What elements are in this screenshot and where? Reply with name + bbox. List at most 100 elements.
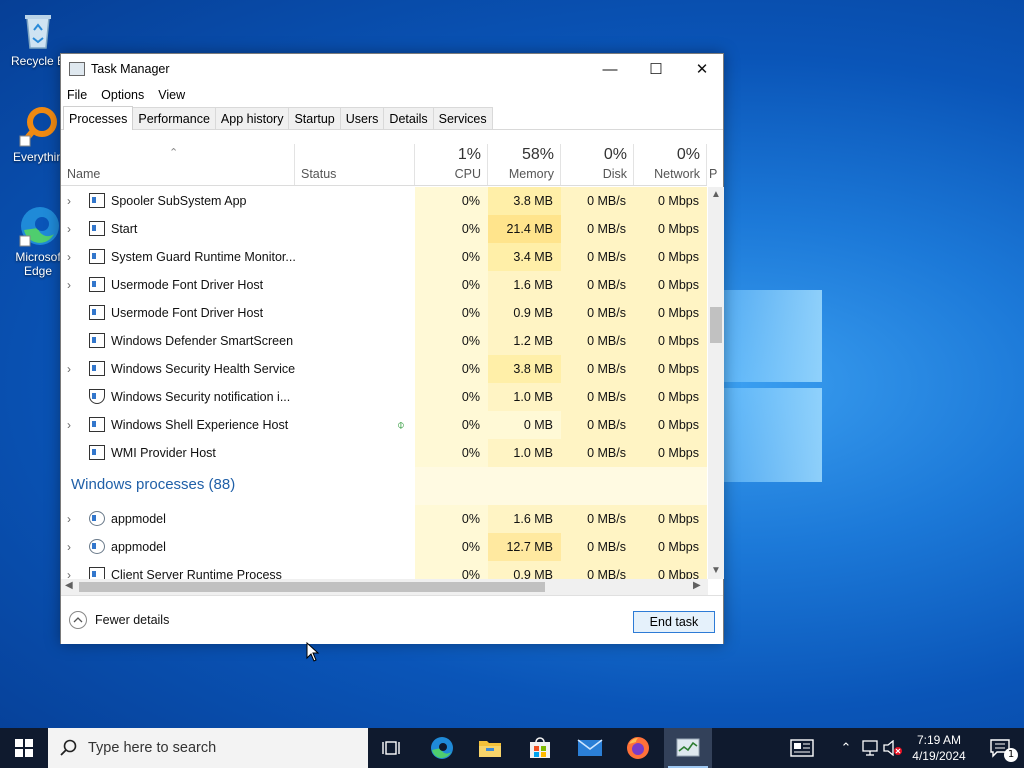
cpu-value: 0% — [415, 327, 488, 355]
expand-chevron-icon[interactable] — [67, 439, 79, 467]
menu-view[interactable]: View — [158, 88, 185, 102]
tab-app-history[interactable]: App history — [214, 107, 290, 129]
table-row[interactable]: › Windows Shell Experience Host ⌽ 0% 0 M… — [61, 411, 707, 439]
fewer-details-label: Fewer details — [95, 613, 170, 627]
group-header-windows-processes[interactable]: Windows processes (88) — [61, 467, 707, 505]
taskbar-clock[interactable]: 7:19 AM 4/19/2024 — [902, 732, 976, 764]
taskbar-firefox[interactable] — [614, 728, 662, 768]
firefox-icon — [627, 737, 649, 759]
edge-icon — [431, 737, 453, 759]
action-center-button[interactable]: 1 — [976, 728, 1024, 768]
network-status-button[interactable] — [858, 728, 882, 768]
end-task-button[interactable]: End task — [633, 611, 715, 633]
table-row[interactable]: › Windows Security Health Service 0% 3.8… — [61, 355, 707, 383]
expand-chevron-icon[interactable]: › — [67, 215, 79, 243]
column-header-power[interactable]: P — [707, 144, 723, 185]
column-header-cpu[interactable]: 1% CPU — [415, 144, 488, 185]
tab-details[interactable]: Details — [383, 107, 434, 129]
horizontal-scroll-thumb[interactable] — [79, 582, 545, 592]
process-icon — [89, 333, 105, 348]
process-icon — [89, 567, 105, 579]
taskbar-mail[interactable] — [566, 728, 614, 768]
table-row[interactable]: › Start 0% 21.4 MB 0 MB/s 0 Mbps — [61, 215, 707, 243]
clock-date: 4/19/2024 — [912, 749, 966, 763]
expand-chevron-icon[interactable]: › — [67, 187, 79, 215]
task-view-button[interactable] — [368, 728, 416, 768]
news-widget-button[interactable] — [778, 728, 826, 768]
group-label: Windows processes (88) — [71, 476, 236, 493]
table-row[interactable]: Windows Security notification i... 0% 1.… — [61, 383, 707, 411]
volume-button[interactable] — [882, 728, 904, 768]
vertical-scroll-thumb[interactable] — [710, 307, 722, 343]
table-row[interactable]: Usermode Font Driver Host 0% 0.9 MB 0 MB… — [61, 299, 707, 327]
network-value: 0 Mbps — [634, 327, 707, 355]
search-icon — [60, 739, 77, 756]
tab-startup[interactable]: Startup — [288, 107, 341, 129]
expand-chevron-icon[interactable] — [67, 383, 79, 411]
memory-value: 1.6 MB — [488, 505, 561, 533]
network-value: 0 Mbps — [634, 439, 707, 467]
column-header-name[interactable]: ⌃ Name — [61, 144, 295, 185]
scroll-down-arrow-icon[interactable]: ▼ — [711, 565, 721, 576]
expand-chevron-icon[interactable]: › — [67, 355, 79, 383]
expand-chevron-icon[interactable]: › — [67, 533, 79, 561]
memory-value: 0 MB — [488, 411, 561, 439]
tab-services[interactable]: Services — [432, 107, 493, 129]
network-value: 0 Mbps — [634, 561, 707, 579]
table-row[interactable]: › appmodel 0% 12.7 MB 0 MB/s 0 Mbps — [61, 533, 707, 561]
table-row[interactable]: Windows Defender SmartScreen 0% 1.2 MB 0… — [61, 327, 707, 355]
column-header-network[interactable]: 0% Network — [634, 144, 707, 185]
close-button[interactable]: ✕ — [679, 54, 725, 84]
table-row[interactable]: › Spooler SubSystem App 0% 3.8 MB 0 MB/s… — [61, 187, 707, 215]
taskbar-file-explorer[interactable] — [466, 728, 514, 768]
expand-chevron-icon[interactable]: › — [67, 505, 79, 533]
tab-processes[interactable]: Processes — [63, 106, 134, 130]
network-value: 0 Mbps — [634, 383, 707, 411]
process-name: Start — [111, 222, 138, 236]
vertical-scrollbar[interactable]: ▲ ▼ — [708, 187, 724, 579]
process-icon — [89, 221, 105, 236]
column-header-row: ⌃ Name Status 1% CPU 58% Memory 0% Disk … — [61, 144, 717, 186]
column-header-status[interactable]: Status — [295, 144, 415, 185]
expand-chevron-icon[interactable] — [67, 327, 79, 355]
scroll-up-arrow-icon[interactable]: ▲ — [711, 189, 721, 200]
table-row[interactable]: WMI Provider Host 0% 1.0 MB 0 MB/s 0 Mbp… — [61, 439, 707, 467]
expand-chevron-icon[interactable]: › — [67, 243, 79, 271]
column-header-disk[interactable]: 0% Disk — [561, 144, 634, 185]
start-button[interactable] — [0, 728, 48, 768]
cpu-value: 0% — [415, 355, 488, 383]
taskbar-search-box[interactable]: Type here to search — [48, 728, 368, 768]
everything-search-icon — [16, 104, 60, 148]
network-value: 0 Mbps — [634, 299, 707, 327]
expand-chevron-icon[interactable]: › — [67, 411, 79, 439]
table-row[interactable]: › System Guard Runtime Monitor... 0% 3.4… — [61, 243, 707, 271]
tab-performance[interactable]: Performance — [132, 107, 216, 129]
expand-chevron-icon[interactable]: › — [67, 561, 79, 579]
expand-chevron-icon[interactable]: › — [67, 271, 79, 299]
menu-options[interactable]: Options — [101, 88, 144, 102]
process-name: Windows Shell Experience Host — [111, 418, 289, 432]
title-bar[interactable]: Task Manager — ☐ ✕ — [61, 54, 723, 84]
tab-strip: Processes Performance App history Startu… — [61, 106, 723, 130]
cpu-value: 0% — [415, 505, 488, 533]
table-row[interactable]: › Client Server Runtime Process 0% 0.9 M… — [61, 561, 707, 579]
maximize-button[interactable]: ☐ — [633, 54, 679, 84]
table-row[interactable]: › appmodel 0% 1.6 MB 0 MB/s 0 Mbps — [61, 505, 707, 533]
memory-value: 0.9 MB — [488, 299, 561, 327]
table-row[interactable]: › Usermode Font Driver Host 0% 1.6 MB 0 … — [61, 271, 707, 299]
column-header-memory[interactable]: 58% Memory — [488, 144, 561, 185]
show-hidden-icons-chevron-icon[interactable]: ⌃ — [834, 728, 858, 768]
scroll-right-arrow-icon[interactable]: ▶ — [693, 580, 701, 591]
minimize-button[interactable]: — — [587, 54, 633, 84]
disk-value: 0 MB/s — [561, 243, 634, 271]
taskbar-edge[interactable] — [418, 728, 466, 768]
tab-users[interactable]: Users — [339, 107, 385, 129]
fewer-details-toggle[interactable]: Fewer details — [69, 611, 169, 629]
taskbar-store[interactable] — [516, 728, 564, 768]
scroll-left-arrow-icon[interactable]: ◀ — [65, 580, 73, 591]
menu-file[interactable]: File — [67, 88, 87, 102]
horizontal-scrollbar[interactable]: ◀ ▶ — [61, 579, 708, 595]
expand-chevron-icon[interactable] — [67, 299, 79, 327]
taskbar-task-manager[interactable] — [664, 728, 712, 768]
news-icon — [790, 739, 814, 757]
